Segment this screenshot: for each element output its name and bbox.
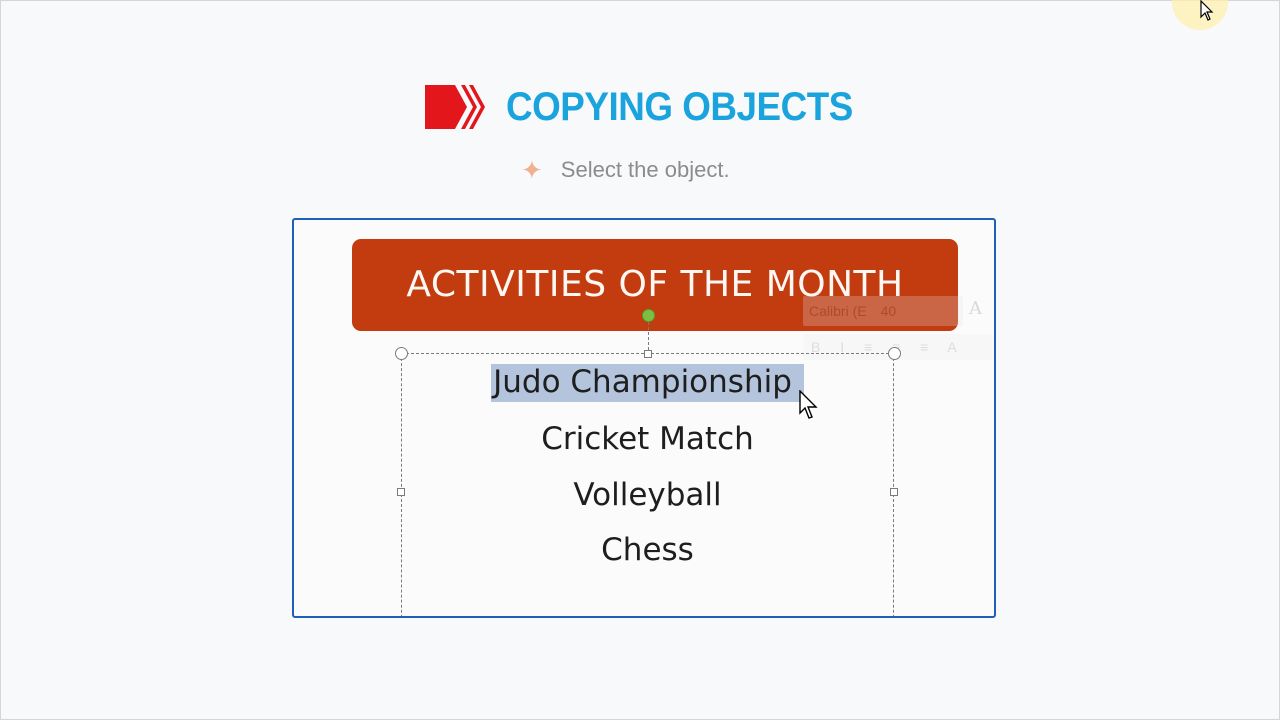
mouse-pointer-icon [799,390,819,420]
font-selector[interactable]: Calibri (E 40 [803,296,963,326]
grow-font-icon[interactable]: A [969,298,982,319]
list-item[interactable]: Volleyball [402,477,893,513]
instruction-text: Select the object. [560,157,730,182]
resize-handle-top-right[interactable] [888,347,901,360]
selected-text-box[interactable]: Judo Championship Cricket Match Volleyba… [401,353,894,616]
rotation-stem [648,322,649,350]
slide-heading: COPYING OBJECTS [425,82,883,132]
corner-mouse-cursor-icon [1200,0,1214,21]
resize-handle-left[interactable] [397,488,405,496]
font-name[interactable]: Calibri (E [809,303,867,319]
list-item[interactable]: Cricket Match [402,421,893,457]
resize-handle-top-left[interactable] [395,347,408,360]
resize-handle-right[interactable] [890,488,898,496]
selected-text[interactable]: Judo Championship [491,364,804,402]
page-title: COPYING OBJECTS [506,84,853,129]
red-chevron-arrow-icon [425,83,489,131]
rotation-handle[interactable] [642,309,655,322]
font-size[interactable]: 40 [881,303,897,319]
list-item-selected[interactable]: Judo Championship [402,364,893,402]
instruction-bullet: ✦ Select the object. [521,153,730,187]
list-item[interactable]: Chess [402,532,893,568]
slide-canvas[interactable]: ACTIVITIES OF THE MONTH Calibri (E 40 A B… [292,218,996,618]
four-point-star-icon: ✦ [521,155,543,185]
resize-handle-top[interactable] [644,350,652,358]
